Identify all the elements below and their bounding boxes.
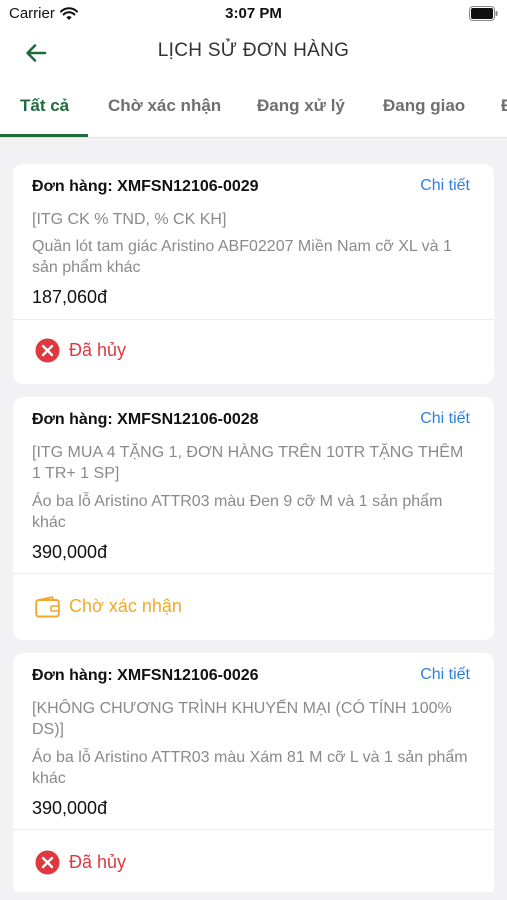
order-promotion: [KHÔNG CHƯƠNG TRÌNH KHUYẾN MẠI (CÓ TÍNH … bbox=[32, 700, 452, 738]
status-bar: Carrier 3:07 PM bbox=[0, 0, 507, 28]
order-status-label: Đã hủy bbox=[69, 852, 127, 872]
order-product: Quần lót tam giác Aristino ABF02207 Miền… bbox=[32, 238, 452, 276]
order-status: Đã hủy bbox=[35, 338, 126, 363]
order-detail-link[interactable]: Chi tiết bbox=[420, 666, 470, 684]
status-time: 3:07 PM bbox=[225, 5, 282, 22]
order-detail-link[interactable]: Chi tiết bbox=[420, 410, 470, 428]
order-status-label: Đã hủy bbox=[69, 340, 127, 360]
top-bar: Carrier 3:07 PM LỊCH SỬ ĐƠN HÀNG Tất cả … bbox=[0, 0, 507, 138]
order-price: 390,000đ bbox=[32, 798, 108, 818]
tab-all[interactable]: Tất cả bbox=[20, 96, 69, 116]
battery-icon bbox=[469, 6, 498, 21]
active-tab-indicator bbox=[0, 134, 88, 137]
order-status-label: Chờ xác nhận bbox=[69, 596, 182, 616]
tab-awaiting-confirmation[interactable]: Chờ xác nhận bbox=[108, 96, 221, 116]
order-price: 187,060đ bbox=[32, 287, 108, 307]
order-card[interactable]: Đơn hàng: XMFSN12106-0026 Chi tiết [KHÔN… bbox=[13, 653, 494, 896]
order-status: Đã hủy bbox=[35, 850, 126, 875]
cancel-circle-icon bbox=[35, 850, 60, 875]
tab-processing[interactable]: Đang xử lý bbox=[257, 96, 345, 116]
card-divider bbox=[13, 829, 494, 830]
order-status-tabs: Tất cả Chờ xác nhận Đang xử lý Đang giao… bbox=[0, 80, 507, 138]
order-product: Áo ba lỗ Aristino ATTR03 màu Đen 9 cỡ M … bbox=[32, 493, 443, 531]
order-promotion: [ITG CK % TND, % CK KH] bbox=[32, 211, 227, 228]
order-product: Áo ba lỗ Aristino ATTR03 màu Xám 81 M cỡ… bbox=[32, 749, 468, 787]
order-card[interactable]: Đơn hàng: XMFSN12106-0029 Chi tiết [ITG … bbox=[13, 164, 494, 384]
order-price: 390,000đ bbox=[32, 542, 108, 562]
wallet-icon bbox=[35, 594, 60, 619]
order-detail-link[interactable]: Chi tiết bbox=[420, 177, 470, 195]
order-status: Chờ xác nhận bbox=[35, 594, 182, 619]
order-code: Đơn hàng: XMFSN12106-0026 bbox=[32, 667, 259, 684]
card-divider bbox=[13, 573, 494, 574]
order-code: Đơn hàng: XMFSN12106-0028 bbox=[32, 411, 259, 428]
tab-shipping[interactable]: Đang giao bbox=[383, 96, 465, 116]
order-code: Đơn hàng: XMFSN12106-0029 bbox=[32, 178, 259, 195]
order-card[interactable]: Đơn hàng: XMFSN12106-0028 Chi tiết [ITG … bbox=[13, 397, 494, 640]
navigation-bar: LỊCH SỬ ĐƠN HÀNG bbox=[0, 28, 507, 76]
cancel-circle-icon bbox=[35, 338, 60, 363]
page-title: LỊCH SỬ ĐƠN HÀNG bbox=[157, 40, 350, 61]
tab-more[interactable]: Đ bbox=[501, 96, 507, 116]
bottom-safe-area bbox=[0, 892, 507, 900]
card-divider bbox=[13, 319, 494, 320]
order-promotion: [ITG MUA 4 TẶNG 1, ĐƠN HÀNG TRÊN 10TR TẶ… bbox=[32, 444, 464, 482]
